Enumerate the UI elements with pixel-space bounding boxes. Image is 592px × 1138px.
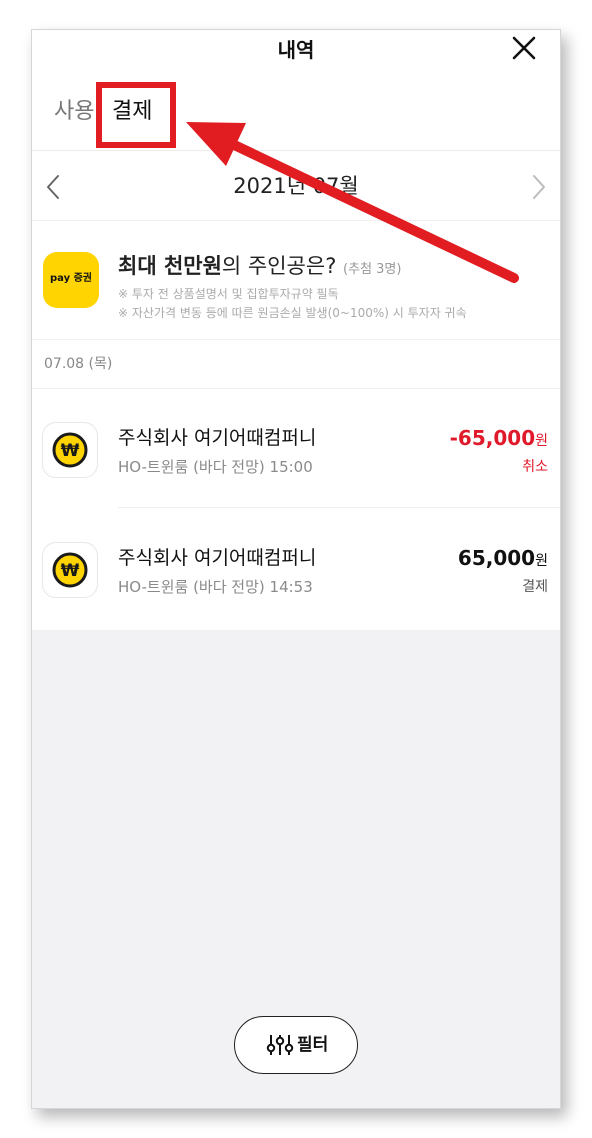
divider	[32, 150, 560, 151]
merchant-name: 주식회사 여기어때컴퍼니	[118, 427, 317, 449]
currency-unit: 원	[535, 553, 548, 569]
amount-value: 65,000	[457, 546, 536, 570]
won-coin-icon: ₩	[42, 542, 98, 598]
ad-title-rest: 의 주인공은?	[221, 254, 337, 278]
transaction-row[interactable]: ₩ 주식회사 여기어때컴퍼니 HO-트윈룸 (바다 전망) 14:53 65,0…	[32, 510, 560, 628]
transaction-detail: HO-트윈룸 (바다 전망) 15:00	[118, 458, 313, 476]
merchant-name: 주식회사 여기어때컴퍼니	[118, 547, 317, 569]
transaction-amount: -65,000원	[450, 424, 548, 455]
ad-title-sub: (추첨 3명)	[343, 262, 402, 277]
divider	[118, 507, 560, 508]
transaction-detail: HO-트윈룸 (바다 전망) 14:53	[118, 578, 313, 596]
divider	[32, 220, 560, 221]
filter-label: 필터	[297, 1035, 329, 1055]
date-group-header: 07.08 (목)	[44, 356, 113, 372]
svg-text:₩: ₩	[61, 561, 80, 581]
transaction-status: 결제	[522, 579, 548, 595]
app-screen: 내역 사용 결제 2021년 07월 pay 증권 최대 천만원의 주인공은? …	[31, 29, 561, 1109]
pay-securities-logo[interactable]: pay 증권	[43, 252, 99, 308]
ad-disclaimer: ※ 자산가격 변동 등에 따른 원금손실 발생(0~100%) 시 투자자 귀속	[118, 306, 467, 320]
sliders-icon	[266, 1035, 294, 1055]
amount-value: -65,000	[449, 426, 536, 450]
ad-banner-title[interactable]: 최대 천만원의 주인공은? (추첨 3명)	[118, 250, 401, 286]
chevron-right-icon[interactable]	[526, 172, 550, 202]
divider	[32, 339, 560, 340]
transaction-amount: 65,000원	[458, 544, 548, 575]
highlight-box	[96, 82, 176, 148]
divider	[32, 388, 560, 389]
close-icon[interactable]	[508, 32, 540, 64]
page-title: 내역	[277, 38, 315, 62]
svg-text:₩: ₩	[61, 441, 80, 461]
month-label: 2021년 07월	[233, 174, 359, 198]
tab-use[interactable]: 사용	[54, 96, 94, 128]
logo-text: pay 증권	[50, 273, 92, 284]
transaction-row[interactable]: ₩ 주식회사 여기어때컴퍼니 HO-트윈룸 (바다 전망) 15:00 -65,…	[32, 390, 560, 508]
filter-button[interactable]: 필터	[234, 1016, 358, 1074]
won-coin-icon: ₩	[42, 422, 98, 478]
ad-disclaimer: ※ 투자 전 상품설명서 및 집합투자규약 필독	[118, 287, 339, 301]
currency-unit: 원	[535, 433, 548, 449]
ad-title-bold: 최대 천만원	[118, 254, 222, 278]
transaction-status: 취소	[522, 459, 548, 475]
